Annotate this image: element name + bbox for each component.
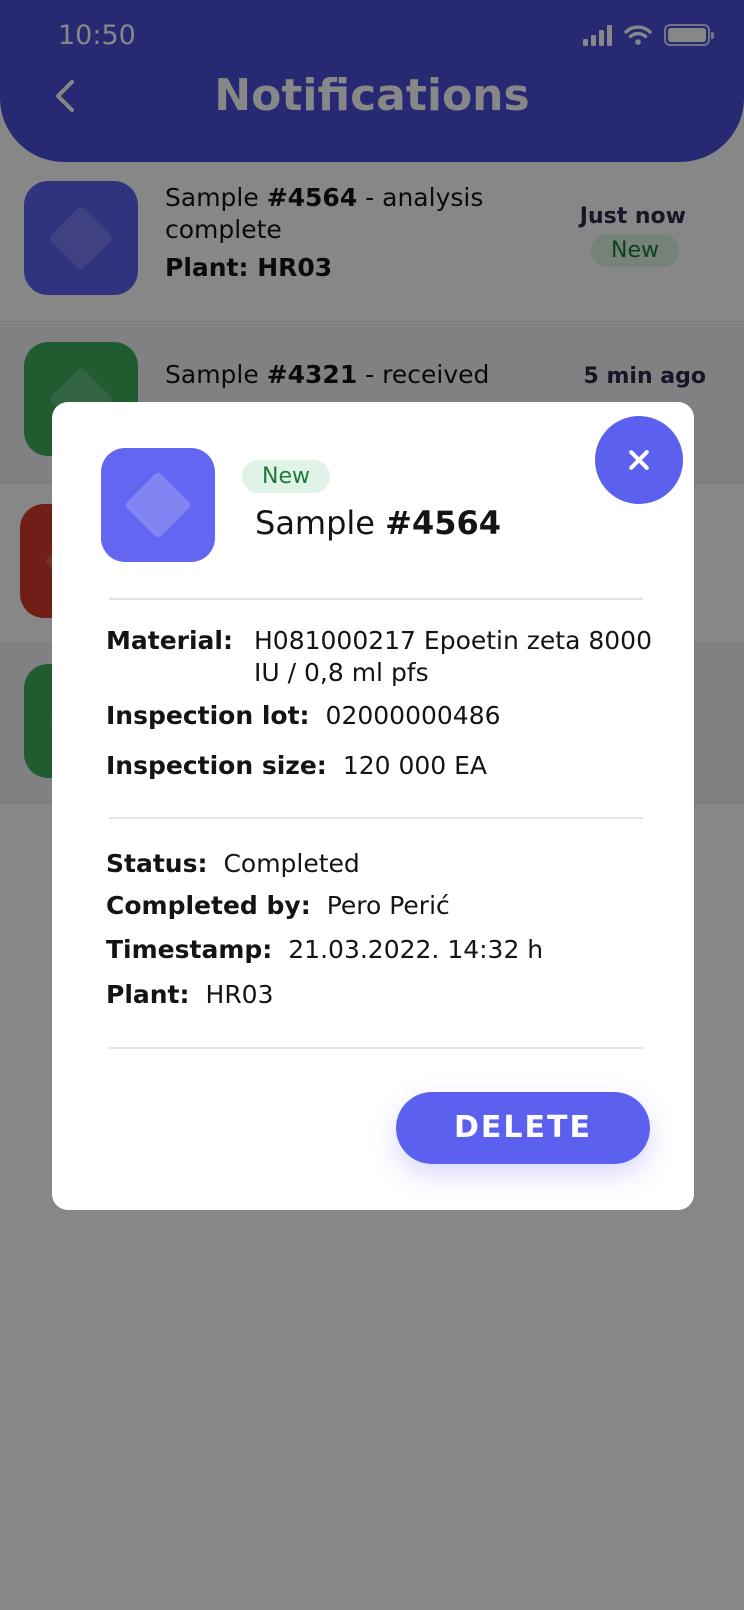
timestamp-value: 21.03.2022. 14:32 h	[288, 935, 544, 964]
divider	[109, 598, 643, 600]
divider	[109, 817, 643, 819]
inspection-lot-row: Inspection lot: 02000000486	[106, 700, 501, 732]
plant-row: Plant: HR03	[106, 979, 274, 1011]
completed-by-value: Pero Perić	[326, 891, 450, 920]
inspection-lot-label: Inspection lot:	[106, 701, 310, 730]
close-button[interactable]	[595, 416, 683, 504]
modal-title: Sample #4564	[255, 504, 502, 542]
divider	[109, 1047, 643, 1049]
timestamp-label: Timestamp:	[106, 935, 273, 964]
plant-value: HR03	[205, 980, 274, 1009]
timestamp-row: Timestamp: 21.03.2022. 14:32 h	[106, 934, 543, 966]
delete-button[interactable]: DELETE	[396, 1092, 650, 1164]
status-value: Completed	[223, 849, 360, 878]
sample-icon	[101, 448, 215, 562]
new-badge: New	[242, 460, 330, 493]
plant-label: Plant:	[106, 980, 190, 1009]
material-label: Material:	[106, 626, 233, 655]
status-row: Status: Completed	[106, 848, 360, 880]
inspection-lot-value: 02000000486	[325, 701, 501, 730]
inspection-size-label: Inspection size:	[106, 751, 327, 780]
material-row: Material: H081000217 Epoetin zeta 8000 I…	[106, 625, 674, 689]
inspection-size-row: Inspection size: 120 000 EA	[106, 750, 487, 782]
completed-by-label: Completed by:	[106, 891, 311, 920]
status-label: Status:	[106, 849, 208, 878]
inspection-size-value: 120 000 EA	[342, 751, 488, 780]
completed-by-row: Completed by: Pero Perić	[106, 890, 450, 922]
notification-detail-modal: New Sample #4564 Material: H081000217 Ep…	[52, 402, 694, 1210]
material-value: H081000217 Epoetin zeta 8000 IU / 0,8 ml…	[254, 626, 652, 687]
